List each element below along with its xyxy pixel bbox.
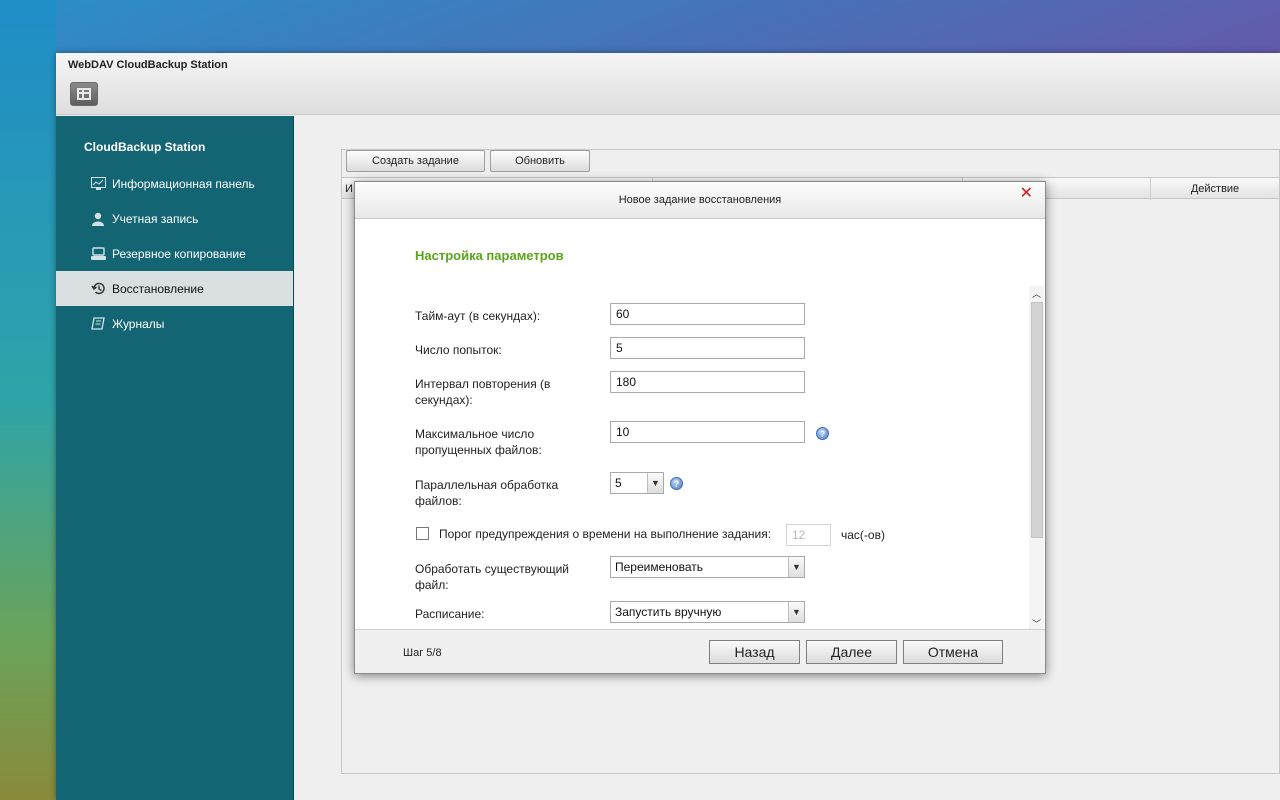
time-threshold-input[interactable]: 12 <box>786 524 831 546</box>
new-restore-job-dialog: Новое задание восстановления ✕ Настройка… <box>354 181 1046 674</box>
existing-file-select[interactable]: Переименовать ▼ <box>610 556 805 578</box>
backup-icon <box>90 246 106 262</box>
scroll-down-icon[interactable]: ﹀ <box>1029 616 1044 630</box>
interval-label: Интервал повторения (в секундах): <box>415 377 551 407</box>
help-icon[interactable]: ? <box>670 477 683 490</box>
close-icon[interactable]: ✕ <box>1020 186 1033 202</box>
chevron-down-icon[interactable]: ▼ <box>788 602 804 622</box>
restore-icon <box>90 281 106 297</box>
sidebar-item-label: Резервное копирование <box>112 246 246 261</box>
settings-form: Тайм-аут (в секундах): 60 Число попыток:… <box>355 286 1045 630</box>
logs-icon <box>90 316 106 332</box>
scrollbar-thumb[interactable] <box>1031 302 1043 538</box>
existing-file-label: Обработать существующий файл: <box>415 562 569 592</box>
next-button[interactable]: Далее <box>806 640 897 664</box>
step-indicator: Шаг 5/8 <box>403 647 442 659</box>
parallel-select-value: 5 <box>615 476 622 490</box>
dashboard-icon <box>90 176 106 192</box>
cancel-button[interactable]: Отмена <box>903 640 1003 664</box>
dialog-title: Новое задание восстановления <box>618 194 782 206</box>
sidebar-item-label: Учетная запись <box>112 211 199 226</box>
back-button[interactable]: Назад <box>709 640 800 664</box>
layout-toggle-button[interactable] <box>70 82 98 106</box>
time-threshold-unit: час(-ов) <box>841 528 885 542</box>
window-title: WebDAV CloudBackup Station <box>68 59 228 71</box>
schedule-label: Расписание: <box>415 607 485 621</box>
retries-input[interactable]: 5 <box>610 337 805 359</box>
schedule-select[interactable]: Запустить вручную ▼ <box>610 601 805 623</box>
sidebar-item-label: Восстановление <box>112 281 204 296</box>
sidebar-item-restore[interactable]: Восстановление <box>56 271 293 306</box>
dialog-footer: Шаг 5/8 Назад Далее Отмена <box>355 629 1045 673</box>
time-threshold-checkbox[interactable] <box>416 527 429 540</box>
dialog-titlebar: Новое задание восстановления ✕ <box>355 182 1045 219</box>
desktop-background <box>0 0 56 800</box>
interval-input[interactable]: 180 <box>610 371 805 393</box>
help-icon[interactable]: ? <box>816 427 829 440</box>
sidebar-item-logs[interactable]: Журналы <box>56 306 293 341</box>
column-header-action[interactable]: Действие <box>1150 178 1279 200</box>
retries-label: Число попыток: <box>415 343 502 357</box>
sidebar-item-account[interactable]: Учетная запись <box>56 201 293 236</box>
layout-icon <box>77 88 91 100</box>
section-title: Настройка параметров <box>415 248 564 263</box>
sidebar-item-label: Журналы <box>112 316 165 331</box>
user-icon <box>90 211 106 227</box>
form-scrollbar[interactable]: ︿ ﹀ <box>1029 286 1044 630</box>
scroll-up-icon[interactable]: ︿ <box>1029 286 1044 300</box>
chevron-down-icon[interactable]: ▼ <box>647 473 663 493</box>
schedule-select-value: Запустить вручную <box>615 605 722 619</box>
sidebar-item-dashboard[interactable]: Информационная панель <box>56 166 293 201</box>
time-threshold-label: Порог предупреждения о времени на выполн… <box>439 527 772 541</box>
parallel-select[interactable]: 5 ▼ <box>610 472 664 494</box>
create-job-button[interactable]: Создать задание <box>346 150 485 172</box>
sidebar-app-name: CloudBackup Station <box>84 140 206 154</box>
chevron-down-icon[interactable]: ▼ <box>788 557 804 577</box>
timeout-input[interactable]: 60 <box>610 303 805 325</box>
sidebar: CloudBackup Station Информационная панел… <box>56 116 294 800</box>
titlebar: WebDAV CloudBackup Station <box>56 53 1280 115</box>
timeout-label: Тайм-аут (в секундах): <box>415 309 541 323</box>
max-skipped-label: Максимальное число пропущенных файлов: <box>415 427 542 457</box>
existing-file-select-value: Переименовать <box>615 560 703 574</box>
max-skipped-input[interactable]: 10 <box>610 421 805 443</box>
sidebar-item-label: Информационная панель <box>112 176 255 191</box>
refresh-button[interactable]: Обновить <box>490 150 590 172</box>
parallel-label: Параллельная обработка файлов: <box>415 478 559 508</box>
sidebar-item-backup[interactable]: Резервное копирование <box>56 236 293 271</box>
